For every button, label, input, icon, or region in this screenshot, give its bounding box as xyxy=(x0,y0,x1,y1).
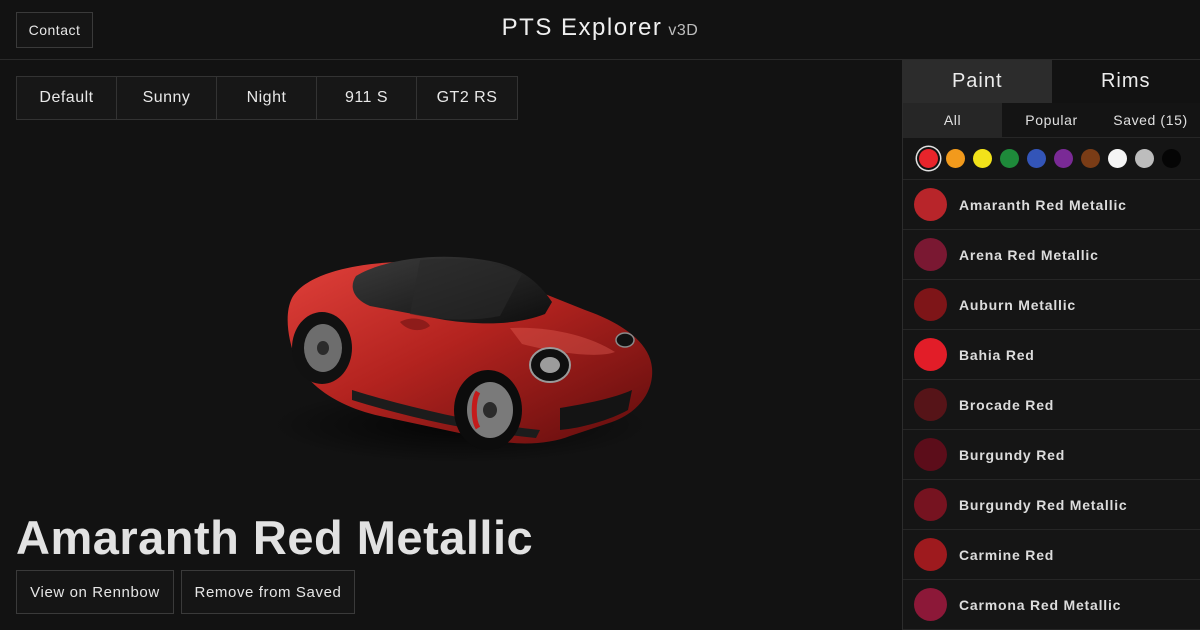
paint-name: Amaranth Red Metallic xyxy=(959,196,1127,213)
app-title-text: PTS Explorer xyxy=(501,14,663,41)
paint-color-dot xyxy=(914,388,947,421)
paint-color-dot xyxy=(914,338,947,371)
paint-color-dot xyxy=(914,588,947,621)
paint-item[interactable]: Bahia Red xyxy=(903,330,1200,380)
paint-name: Arena Red Metallic xyxy=(959,246,1099,263)
swatch-yellow[interactable] xyxy=(973,149,992,168)
swatch-white[interactable] xyxy=(1108,149,1127,168)
tab-rims[interactable]: Rims xyxy=(1051,60,1200,103)
swatch-purple[interactable] xyxy=(1054,149,1073,168)
paint-name: Burgundy Red xyxy=(959,446,1066,463)
scene-night-button[interactable]: Night xyxy=(217,77,317,119)
paint-name: Burgundy Red Metallic xyxy=(959,496,1128,513)
app-root: Contact PTS Explorer v3D Default Sunny Ni… xyxy=(0,0,1200,630)
paint-name: Brocade Red xyxy=(959,396,1055,413)
paint-name: Bahia Red xyxy=(959,346,1035,363)
top-bar: Contact PTS Explorer v3D xyxy=(0,0,1200,60)
sidebar-main-tabs: Paint Rims xyxy=(903,60,1200,103)
swatch-green[interactable] xyxy=(1000,149,1019,168)
paint-name: Carmine Red xyxy=(959,546,1055,563)
model-911s-button[interactable]: 911 S xyxy=(317,77,417,119)
paint-color-dot xyxy=(914,538,947,571)
paint-filter-tabs: All Popular Saved (15) xyxy=(903,103,1200,138)
app-title: PTS Explorer v3D xyxy=(0,14,1200,42)
car-headlight-right xyxy=(615,332,635,348)
remove-from-saved-button[interactable]: Remove from Saved xyxy=(181,570,355,614)
swatch-silver[interactable] xyxy=(1135,149,1154,168)
paint-item[interactable]: Auburn Metallic xyxy=(903,280,1200,330)
paint-list: Amaranth Red Metallic Arena Red Metallic… xyxy=(903,180,1200,630)
paint-item[interactable]: Carmona Red Metallic xyxy=(903,580,1200,630)
paint-name: Carmona Red Metallic xyxy=(959,596,1122,613)
selected-paint-title: Amaranth Red Metallic xyxy=(16,511,534,564)
app-version: v3D xyxy=(668,22,699,39)
paint-color-dot xyxy=(914,188,947,221)
paint-sidebar: Paint Rims All Popular Saved (15) Amaran… xyxy=(902,60,1200,630)
paint-item[interactable]: Brocade Red xyxy=(903,380,1200,430)
paint-color-dot xyxy=(914,438,947,471)
scene-default-button[interactable]: Default xyxy=(17,77,117,119)
swatch-black[interactable] xyxy=(1162,149,1181,168)
front-wheel xyxy=(454,370,522,450)
swatch-orange[interactable] xyxy=(946,149,965,168)
paint-item[interactable]: Burgundy Red xyxy=(903,430,1200,480)
rear-wheel xyxy=(292,312,352,384)
scene-sunny-button[interactable]: Sunny xyxy=(117,77,217,119)
filter-saved[interactable]: Saved (15) xyxy=(1101,103,1200,137)
view-on-rennbow-button[interactable]: View on Rennbow xyxy=(16,570,174,614)
paint-name: Auburn Metallic xyxy=(959,296,1077,313)
car-viewer[interactable] xyxy=(0,120,900,510)
car-render[interactable] xyxy=(260,240,660,470)
car-headlight-lens xyxy=(540,357,560,373)
scene-model-selector: Default Sunny Night 911 S GT2 RS xyxy=(16,76,518,120)
swatch-blue[interactable] xyxy=(1027,149,1046,168)
model-gt2rs-button[interactable]: GT2 RS xyxy=(417,77,517,119)
color-filter-swatches xyxy=(903,138,1200,180)
paint-color-dot xyxy=(914,238,947,271)
tab-paint[interactable]: Paint xyxy=(903,60,1052,103)
filter-all[interactable]: All xyxy=(903,103,1002,137)
paint-color-dot xyxy=(914,288,947,321)
paint-color-dot xyxy=(914,488,947,521)
filter-popular[interactable]: Popular xyxy=(1002,103,1101,137)
swatch-red[interactable] xyxy=(919,149,938,168)
paint-item[interactable]: Arena Red Metallic xyxy=(903,230,1200,280)
paint-item[interactable]: Burgundy Red Metallic xyxy=(903,480,1200,530)
paint-item[interactable]: Amaranth Red Metallic xyxy=(903,180,1200,230)
swatch-brown[interactable] xyxy=(1081,149,1100,168)
paint-item[interactable]: Carmine Red xyxy=(903,530,1200,580)
